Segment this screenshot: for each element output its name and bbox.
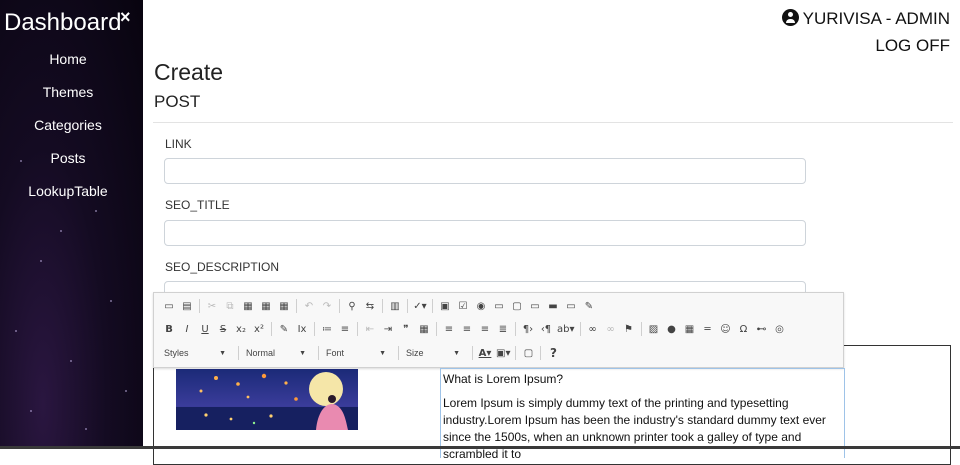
sidebar-item-home[interactable]: Home [0,51,136,67]
select-all-icon[interactable]: ▥ [388,301,402,312]
size-dropdown[interactable]: Size ▼ [402,348,464,358]
maximize-icon[interactable]: ▢ [521,348,535,359]
user-menu[interactable]: YURIVISA - ADMIN [781,9,950,29]
iframe-icon[interactable]: ◎ [773,324,787,335]
numbered-list-icon[interactable]: ≔ [320,324,334,335]
text-color-icon[interactable]: A▾ [478,348,492,359]
justify-icon[interactable]: ≣ [496,324,510,335]
align-right-icon[interactable]: ≡ [478,324,492,335]
sidebar-item-posts[interactable]: Posts [0,150,136,166]
strike-icon[interactable]: S [216,324,230,335]
chevron-down-icon: ▼ [379,349,386,357]
hidden-field-icon[interactable]: ✎ [582,301,596,312]
logoff-link[interactable]: LOG OFF [875,36,950,56]
find-icon[interactable]: ⚲ [345,301,359,312]
toolbar-row-2: B I U Sx₂ x² ✎ Ix ≔ ≡ ⇤ ⇥ ❞ ▦ ≡ ≡ ≡ ≣ ¶› ‹¶ ab▾ ∞ ∞ ⚑ ▨ ●… [160,320,789,338]
sidebar-item-themes[interactable]: Themes [0,84,136,100]
bulleted-list-icon[interactable]: ≡ [338,324,352,335]
superscript-icon[interactable]: x² [252,324,266,335]
copy-format-icon[interactable]: ✎ [277,324,291,335]
align-left-icon[interactable]: ≡ [442,324,456,335]
chevron-down-icon: ▼ [219,349,226,357]
seo-title-input[interactable] [164,220,806,246]
blockquote-icon[interactable]: ❞ [399,324,413,335]
horizontal-line-icon[interactable]: ═ [701,324,715,335]
save-doc-icon[interactable]: ▤ [180,301,194,312]
select-icon[interactable]: ▭ [528,301,542,312]
sidebar-item-lookuptable[interactable]: LookupTable [0,183,136,199]
image-button-icon[interactable]: ▭ [564,301,578,312]
link-icon[interactable]: ∞ [586,324,600,335]
page-title: Create [154,59,224,85]
form-icon[interactable]: ▣ [438,301,452,312]
font-dropdown[interactable]: Font ▼ [322,348,390,358]
paste-icon[interactable]: ▦ [241,301,255,312]
chevron-down-icon: ▼ [453,349,460,357]
font-label: Font [326,348,345,358]
spellcheck-icon[interactable]: ✓▾ [413,301,427,312]
editor-toolbar: ▭ ▤ ✂ ⧉ ▦ ▦ ▦ ↶ ↷ ⚲ ⇆ ▥ ✓▾ ▣ ☑ ◉ ▭ ▢ ▭ ▬ ▭ ✎ B I U Sx₂ x² ✎… [153,292,844,368]
user-name: YURIVISA - ADMIN [802,9,950,28]
bold-icon[interactable]: B [162,324,176,335]
editor-text-block[interactable]: What is Lorem Ipsum? Lorem Ipsum is simp… [440,368,845,461]
radio-icon[interactable]: ◉ [474,301,488,312]
redo-icon[interactable]: ↷ [320,301,334,312]
editor-paragraph: Lorem Ipsum is simply dummy text of the … [443,396,826,461]
paste-word-icon[interactable]: ▦ [277,301,291,312]
brand-title: Dashboard [4,9,122,36]
align-center-icon[interactable]: ≡ [460,324,474,335]
copy-icon[interactable]: ⧉ [223,301,237,312]
styles-label: Styles [164,348,189,358]
checkbox-icon[interactable]: ☑ [456,301,470,312]
anchor-icon[interactable]: ⚑ [622,324,636,335]
language-icon[interactable]: ab▾ [557,324,575,335]
format-dropdown[interactable]: Normal ▼ [242,348,310,358]
undo-icon[interactable]: ↶ [302,301,316,312]
link-input[interactable] [164,158,806,184]
indent-icon[interactable]: ⇥ [381,324,395,335]
toolbar-row-1: ▭ ▤ ✂ ⧉ ▦ ▦ ▦ ↶ ↷ ⚲ ⇆ ▥ ✓▾ ▣ ☑ ◉ ▭ ▢ ▭ ▬ ▭ ✎ [160,297,598,315]
rtl-icon[interactable]: ‹¶ [539,324,553,335]
button-icon[interactable]: ▬ [546,301,560,312]
link-label: LINK [165,137,192,151]
div-icon[interactable]: ▦ [417,324,431,335]
sidebar-item-categories[interactable]: Categories [0,117,136,133]
outdent-icon[interactable]: ⇤ [363,324,377,335]
toolbar-row-3: Styles ▼ Normal ▼ Font ▼ Size ▼ A▾ ▣▾ ▢ ? [160,344,562,362]
source-icon[interactable]: ▭ [162,301,176,312]
table-icon[interactable]: ▦ [683,324,697,335]
paste-text-icon[interactable]: ▦ [259,301,273,312]
user-circle-icon [781,9,799,26]
lantern-festival-image[interactable] [176,369,358,430]
remove-format-icon[interactable]: Ix [295,324,309,335]
ltr-icon[interactable]: ¶› [521,324,535,335]
smiley-icon[interactable]: ☺ [719,324,733,335]
size-label: Size [406,348,424,358]
divider [153,122,953,123]
underline-icon[interactable]: U [198,324,212,335]
page-subtitle: POST [154,92,201,111]
sidebar: Dashboard × Home Themes Categories Posts… [0,0,143,449]
close-sidebar-icon[interactable]: × [120,7,131,28]
textfield-icon[interactable]: ▭ [492,301,506,312]
image-icon[interactable]: ▨ [647,324,661,335]
help-icon[interactable]: ? [546,346,560,360]
replace-icon[interactable]: ⇆ [363,301,377,312]
seo-title-label: SEO_TITLE [165,198,230,212]
chevron-down-icon: ▼ [299,349,306,357]
seo-description-label: SEO_DESCRIPTION [165,260,280,274]
cut-icon[interactable]: ✂ [205,301,219,312]
editor-heading: What is Lorem Ipsum? [443,372,564,386]
textarea-icon[interactable]: ▢ [510,301,524,312]
italic-icon[interactable]: I [180,324,194,335]
subscript-icon[interactable]: x₂ [234,324,248,335]
flash-icon[interactable]: ● [665,324,679,335]
lantern-image-graphic [176,369,358,430]
format-label: Normal [246,348,276,358]
styles-dropdown[interactable]: Styles ▼ [160,348,230,358]
special-char-icon[interactable]: Ω [737,324,751,335]
page-break-icon[interactable]: ⊷ [755,324,769,335]
bg-color-icon[interactable]: ▣▾ [496,348,510,359]
unlink-icon[interactable]: ∞ [604,324,618,335]
